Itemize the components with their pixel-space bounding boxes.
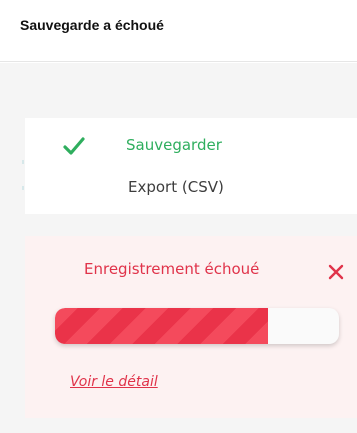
title-bar: Sauvegarde a échoué [0,0,357,62]
check-icon [63,137,85,155]
error-card: Enregistrement échoué Voir le détail [25,236,357,418]
close-icon[interactable] [327,263,345,281]
progress-fill [55,308,268,344]
menu-item-export-label: Export (CSV) [128,178,224,196]
edge-mark [22,160,24,164]
error-message: Enregistrement échoué [84,260,260,278]
progress-bar [55,308,339,344]
window-title: Sauvegarde a échoué [20,17,164,33]
menu-card: Sauvegarder Export (CSV) [25,118,357,214]
menu-item-export-csv[interactable]: Export (CSV) [25,170,357,206]
edge-mark [22,186,24,190]
view-details-link[interactable]: Voir le détail [70,374,158,390]
menu-item-save-label: Sauvegarder [126,136,222,154]
page: Sauvegarde a échoué Sauvegarder Export (… [0,0,357,433]
menu-item-save[interactable]: Sauvegarder [25,128,357,164]
